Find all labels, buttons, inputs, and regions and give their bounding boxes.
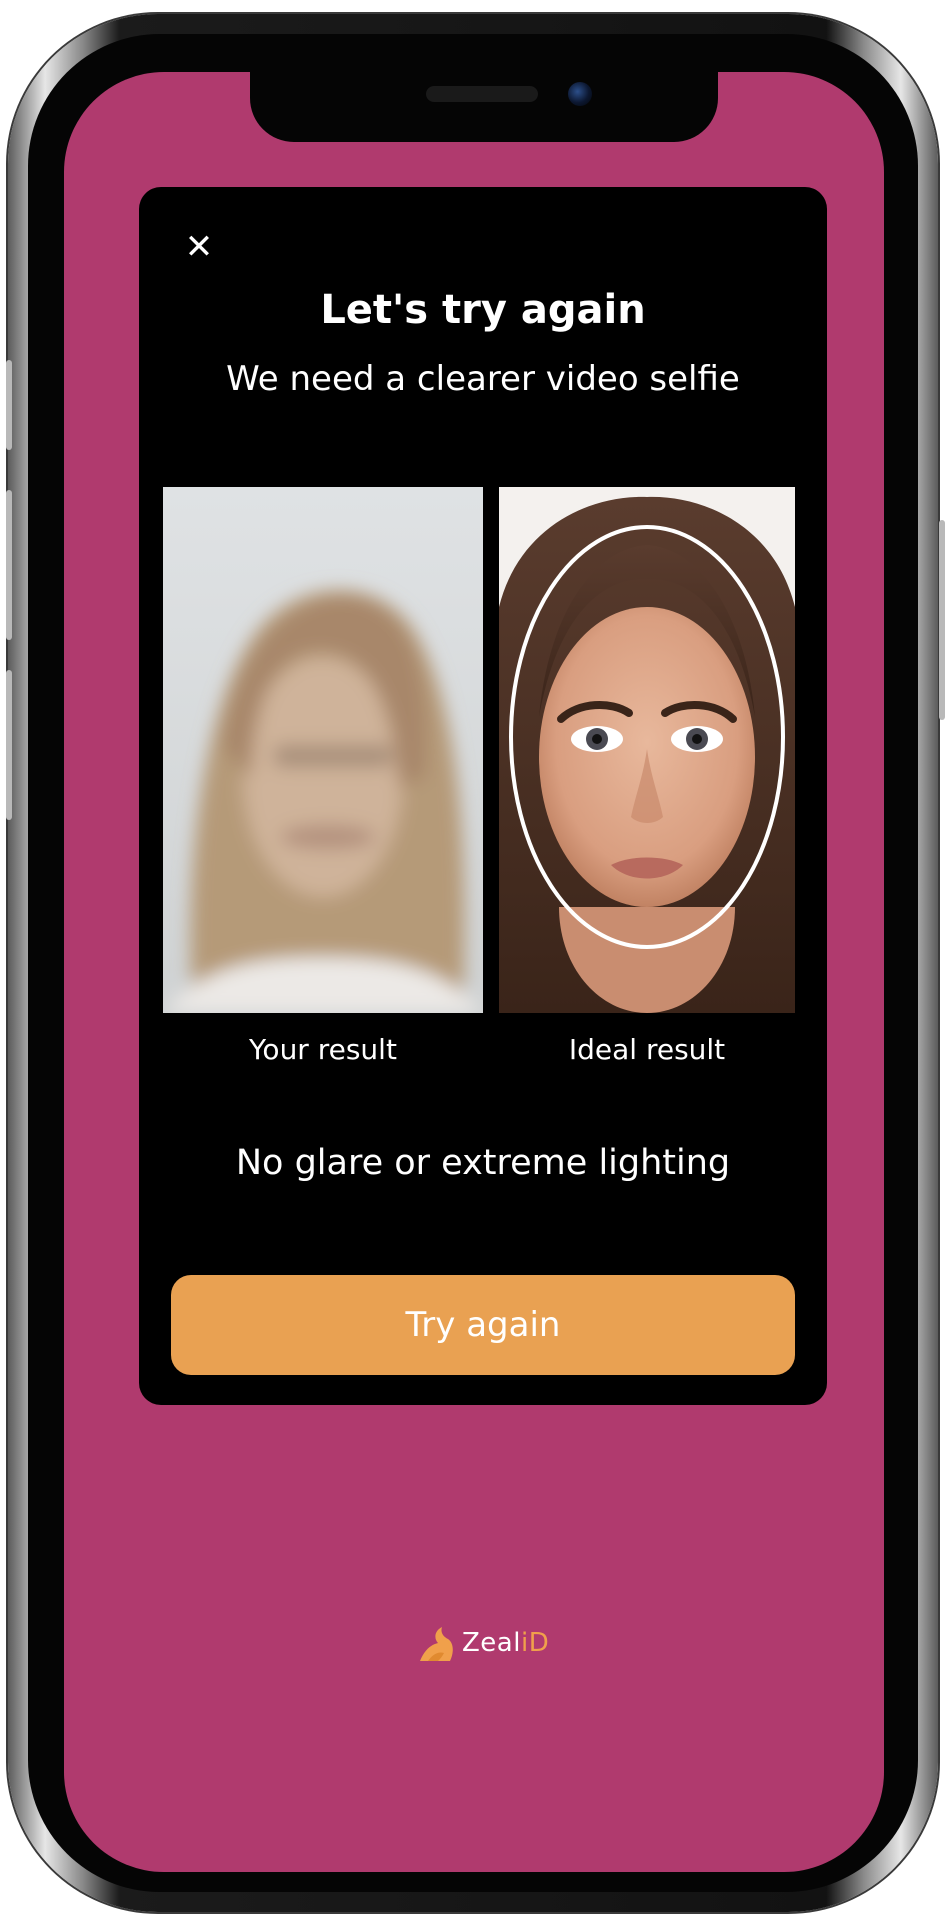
your-result-label: Your result bbox=[249, 1033, 397, 1066]
power-button bbox=[939, 520, 945, 720]
volume-down-button bbox=[6, 670, 12, 820]
front-camera-icon bbox=[568, 82, 592, 106]
brand-name: ZealiD bbox=[462, 1628, 549, 1658]
modal-title: Let's try again bbox=[320, 287, 646, 333]
brand-name-prefix: Zeal bbox=[462, 1628, 521, 1658]
zealid-logo-icon bbox=[420, 1627, 453, 1661]
try-again-button[interactable]: Try again bbox=[171, 1275, 795, 1375]
close-icon[interactable]: ✕ bbox=[177, 225, 221, 269]
lighting-tip: No glare or extreme lighting bbox=[235, 1143, 731, 1183]
speaker-grille bbox=[426, 86, 538, 102]
retry-modal: ✕ Let's try again We need a clearer vide… bbox=[139, 187, 827, 1405]
ideal-result-photo bbox=[499, 487, 795, 1013]
your-result-photo bbox=[163, 487, 483, 1013]
zealid-brand: ZealiD bbox=[414, 1618, 549, 1668]
brand-name-suffix: iD bbox=[520, 1628, 550, 1658]
phone-notch bbox=[250, 58, 718, 142]
modal-subtitle: We need a clearer video selfie bbox=[226, 359, 740, 399]
mute-switch bbox=[6, 360, 12, 450]
volume-up-button bbox=[6, 490, 12, 640]
ideal-result-label: Ideal result bbox=[568, 1033, 726, 1066]
